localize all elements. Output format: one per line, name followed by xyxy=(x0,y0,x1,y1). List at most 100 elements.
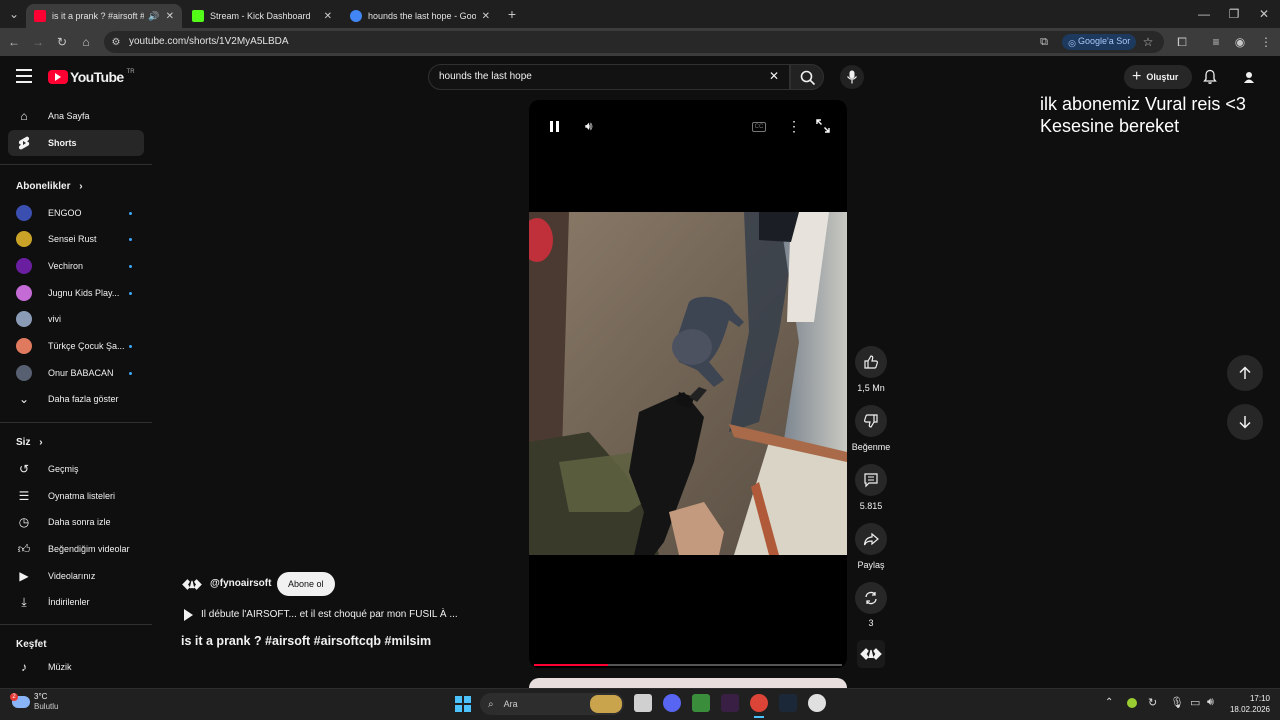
music-icon: ♪ xyxy=(21,660,27,674)
taskbar-search[interactable]: ⌕ Ara xyxy=(480,693,624,715)
cast-icon[interactable]: ⧉ xyxy=(1036,34,1052,50)
remix-button[interactable] xyxy=(855,582,887,614)
sidebar-item-label: Jugnu Kids Play... xyxy=(48,288,120,298)
sidebar-item-turkce-cocuk[interactable]: Türkçe Çocuk Şa... xyxy=(8,333,144,359)
sidebar-item-watch-later[interactable]: ◷ Daha sonra izle xyxy=(8,509,144,535)
comments-button[interactable] xyxy=(855,464,887,496)
channel-name[interactable]: @fynoairsoft xyxy=(210,578,271,589)
reload-icon[interactable]: ↻ xyxy=(54,34,70,50)
youtube-favicon-icon xyxy=(34,10,46,22)
start-button[interactable] xyxy=(455,696,471,712)
new-tab-icon[interactable]: + xyxy=(504,6,520,22)
subscribe-button[interactable]: Abone ol xyxy=(277,572,335,596)
you-heading[interactable]: Siz › xyxy=(16,437,43,448)
weather-widget[interactable]: 2 3°C Bulutlu xyxy=(10,692,58,712)
search-input[interactable]: hounds the last hope ✕ xyxy=(428,64,790,90)
sidebar-show-more[interactable]: ⌄ Daha fazla göster xyxy=(8,386,144,412)
sidebar-item-sensei-rust[interactable]: Sensei Rust xyxy=(8,226,144,252)
create-button[interactable]: + Oluştur xyxy=(1124,65,1192,89)
tab-kick-dashboard[interactable]: Stream - Kick Dashboard ✕ xyxy=(184,4,340,28)
video-frame[interactable] xyxy=(529,212,847,555)
restore-icon[interactable]: ❐ xyxy=(1226,6,1242,22)
sidebar-item-music[interactable]: ♪ Müzik xyxy=(8,654,144,680)
arrow-up-icon xyxy=(1239,366,1251,379)
close-window-icon[interactable]: ✕ xyxy=(1256,6,1272,22)
media-controls-icon[interactable]: ≡ xyxy=(1208,34,1224,50)
url-text[interactable]: youtube.com/shorts/1V2MyA5LBDA xyxy=(129,36,289,47)
tab-list-chevron-icon[interactable]: ⌄ xyxy=(6,6,22,22)
youtube-logo[interactable]: YouTube TR xyxy=(48,69,135,85)
sidebar-item-vechiron[interactable]: Vechiron xyxy=(8,253,144,279)
sidebar-item-shorts[interactable]: Shorts xyxy=(8,130,144,156)
vegas-app-icon[interactable] xyxy=(721,694,739,712)
task-view-icon[interactable] xyxy=(634,694,652,712)
obs-app-icon[interactable] xyxy=(692,694,710,712)
fullscreen-button[interactable] xyxy=(816,119,830,138)
tab-youtube-short[interactable]: is it a prank ? #airsoft #airs 🔊 ✕ xyxy=(26,4,182,28)
share-label: Paylaş xyxy=(857,560,885,570)
new-content-dot xyxy=(129,211,132,215)
hamburger-menu-icon[interactable] xyxy=(16,69,32,83)
back-icon[interactable]: ← xyxy=(6,34,22,50)
next-short-button[interactable] xyxy=(1227,404,1263,440)
tray-mic-icon[interactable]: 🎙︎ xyxy=(1170,696,1184,709)
overlay-text-line2: Kesesine bereket xyxy=(1040,116,1180,136)
sidebar-item-your-videos[interactable]: ▶ Videolarınız xyxy=(8,563,144,589)
close-tab-icon[interactable]: ✕ xyxy=(482,11,490,22)
sidebar-item-playlists[interactable]: ☰ Oynatma listeleri xyxy=(8,483,144,509)
channel-avatar[interactable] xyxy=(181,573,203,595)
sidebar-item-history[interactable]: ↺ Geçmiş xyxy=(8,456,144,482)
subscriptions-heading[interactable]: Abonelikler › xyxy=(16,181,83,192)
tray-display-icon[interactable]: ▭ xyxy=(1190,696,1200,709)
shorts-player[interactable]: 🔊︎ CC ⋮ xyxy=(529,100,847,668)
like-button[interactable] xyxy=(855,346,887,378)
extensions-icon[interactable]: ⧠ xyxy=(1174,34,1190,50)
chrome-icon[interactable] xyxy=(750,694,768,712)
sound-channel-avatar[interactable] xyxy=(857,640,885,668)
profile-icon[interactable]: ◉ xyxy=(1232,34,1248,50)
more-options-button[interactable]: ⋮ xyxy=(787,118,801,135)
sidebar-item-engoo[interactable]: ENGOO xyxy=(8,200,144,226)
site-info-icon[interactable]: ⚙ xyxy=(108,34,124,50)
speaker-icon[interactable]: 🔊 xyxy=(148,11,159,22)
clock[interactable]: 17:10 18.02.2026 xyxy=(1226,693,1270,715)
volume-button[interactable]: 🔊︎ xyxy=(585,119,593,134)
voice-search-button[interactable] xyxy=(840,65,864,89)
tray-sync-icon[interactable]: ↻ xyxy=(1148,696,1157,709)
dislike-button[interactable] xyxy=(855,405,887,437)
menu-kebab-icon[interactable]: ⋮ xyxy=(1258,34,1274,50)
forward-icon[interactable]: → xyxy=(30,34,46,50)
pause-button[interactable] xyxy=(550,121,562,133)
sidebar-item-liked-videos[interactable]: 👍︎ Beğendiğim videolar xyxy=(8,536,144,562)
sidebar-item-vivi[interactable]: vivi xyxy=(8,306,144,332)
search-button[interactable] xyxy=(790,64,824,90)
sidebar-item-onur-babacan[interactable]: Onur BABACAN xyxy=(8,360,144,386)
sidebar-item-jugnu-kids[interactable]: Jugnu Kids Play... xyxy=(8,280,144,306)
youtube-play-logo-icon xyxy=(48,70,68,84)
sidebar-item-downloads[interactable]: ⤓ İndirilenler xyxy=(8,589,144,615)
you-title: Siz xyxy=(16,437,31,448)
progress-track[interactable] xyxy=(534,664,842,666)
close-tab-icon[interactable]: ✕ xyxy=(166,11,174,22)
tab-google-search[interactable]: hounds the last hope - Google ✕ xyxy=(342,4,498,28)
share-button[interactable] xyxy=(855,523,887,555)
tray-volume-icon[interactable]: 🔊︎ xyxy=(1207,696,1214,709)
discord-icon[interactable] xyxy=(663,694,681,712)
steam-icon[interactable] xyxy=(779,694,797,712)
short-description[interactable]: Il débute l'AIRSOFT... et il est choqué … xyxy=(201,609,458,620)
previous-short-button[interactable] xyxy=(1227,355,1263,391)
sidebar-item-home[interactable]: ⌂ Ana Sayfa xyxy=(8,103,144,129)
bookmark-star-icon[interactable]: ☆ xyxy=(1140,34,1156,50)
avatar[interactable] xyxy=(1238,66,1260,88)
home-icon[interactable]: ⌂ xyxy=(78,34,94,50)
minimize-icon[interactable]: — xyxy=(1196,6,1212,22)
tray-nvidia-icon[interactable] xyxy=(1127,698,1137,708)
app-icon[interactable] xyxy=(808,694,826,712)
notifications-bell-icon[interactable] xyxy=(1202,69,1218,85)
close-tab-icon[interactable]: ✕ xyxy=(324,11,332,22)
captions-button[interactable]: CC xyxy=(752,122,766,132)
tray-chevron-up-icon[interactable]: ⌃ xyxy=(1105,697,1113,708)
sidebar-item-label: Onur BABACAN xyxy=(48,368,114,378)
sidebar-item-label: Geçmiş xyxy=(48,464,79,474)
clear-search-icon[interactable]: ✕ xyxy=(769,69,779,83)
